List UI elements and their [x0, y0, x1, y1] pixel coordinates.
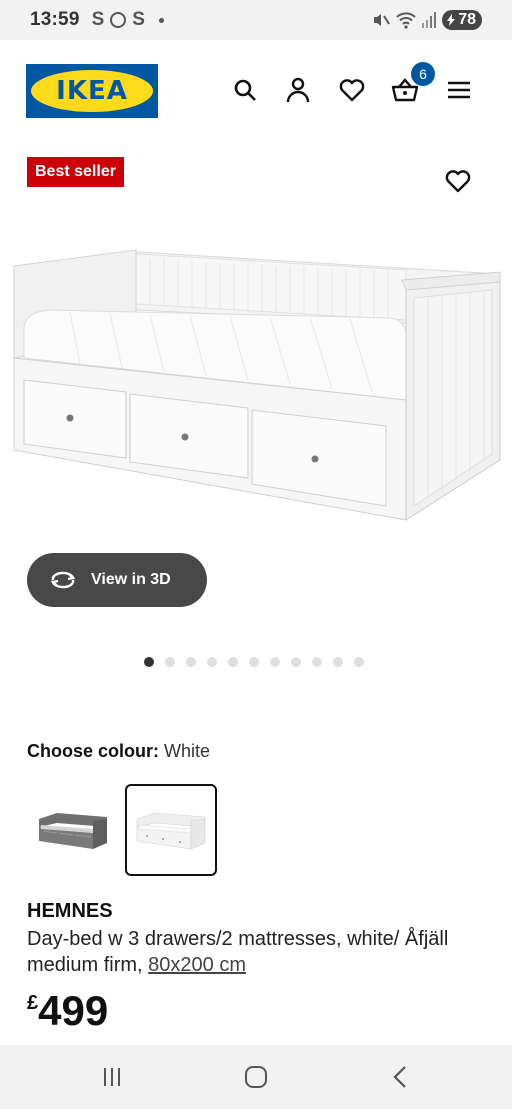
view-in-3d-button[interactable]: View in 3D [27, 553, 207, 607]
wishlist-heart-icon[interactable] [338, 76, 366, 104]
gallery-dot[interactable] [291, 657, 301, 667]
back-button[interactable] [380, 1061, 420, 1093]
product-image[interactable] [10, 240, 502, 530]
home-button[interactable] [236, 1061, 276, 1093]
gallery-dot[interactable] [333, 657, 343, 667]
notification-s-icon: S [91, 9, 105, 30]
mute-icon [374, 14, 391, 26]
gallery-dot[interactable] [312, 657, 322, 667]
price-amount: 499 [38, 987, 109, 1034]
white-daybed-thumbnail [136, 812, 206, 850]
gallery-dot[interactable] [165, 657, 175, 667]
status-time: 13:59 [30, 9, 80, 30]
cart-count-badge: 6 [411, 62, 435, 86]
gallery-pagination [144, 657, 364, 667]
view-in-3d-label: View in 3D [91, 571, 171, 588]
battery-level: 78 [458, 11, 476, 28]
charging-icon [447, 14, 456, 26]
gallery-dot[interactable] [186, 657, 196, 667]
status-right-icons: 78 [372, 0, 482, 40]
colour-value: White [164, 741, 211, 761]
colour-label: Choose colour: [27, 741, 160, 761]
gallery-dot[interactable] [354, 657, 364, 667]
colour-swatch-white[interactable] [125, 784, 217, 876]
site-header: IKEA 6 [0, 40, 512, 140]
gallery-dot[interactable] [249, 657, 259, 667]
best-seller-badge: Best seller [27, 157, 124, 187]
notification-s-icon: S [132, 9, 145, 30]
product-description: Day-bed w 3 drawers/2 mattresses, white/… [27, 926, 487, 978]
gallery-dot[interactable] [207, 657, 217, 667]
product-size-link[interactable]: 80x200 cm [148, 954, 246, 976]
add-to-wishlist-heart-icon[interactable] [444, 168, 474, 198]
wifi-icon [396, 12, 416, 29]
accessibility-icon [110, 12, 127, 28]
product-name: HEMNES [27, 900, 113, 922]
battery-indicator: 78 [442, 10, 482, 30]
more-notifications-icon [158, 17, 164, 23]
signal-icon [422, 12, 437, 28]
system-navigation-bar [0, 1045, 512, 1109]
logo-oval: IKEA [31, 70, 153, 112]
gallery-dot[interactable] [228, 657, 238, 667]
profile-icon[interactable] [284, 76, 312, 104]
colour-swatch-grey[interactable] [27, 784, 119, 876]
gallery-dot[interactable] [270, 657, 280, 667]
status-notification-icons: S S [92, 9, 164, 31]
grey-daybed-thumbnail [39, 813, 107, 849]
logo-text: IKEA [56, 76, 128, 106]
rotate-3d-icon [50, 571, 76, 589]
recent-apps-button[interactable] [92, 1061, 132, 1093]
price-currency: £ [27, 992, 39, 1014]
colour-selector-label: Choose colour: White [27, 741, 210, 762]
status-bar: 13:59 S S 78 [0, 0, 512, 40]
gallery-dot[interactable] [144, 657, 154, 667]
cart-basket-icon[interactable]: 6 [391, 62, 435, 104]
ikea-logo[interactable]: IKEA [26, 64, 158, 118]
product-price: £ 499 [27, 988, 108, 1034]
search-icon[interactable] [231, 76, 259, 104]
menu-icon[interactable] [445, 76, 473, 104]
